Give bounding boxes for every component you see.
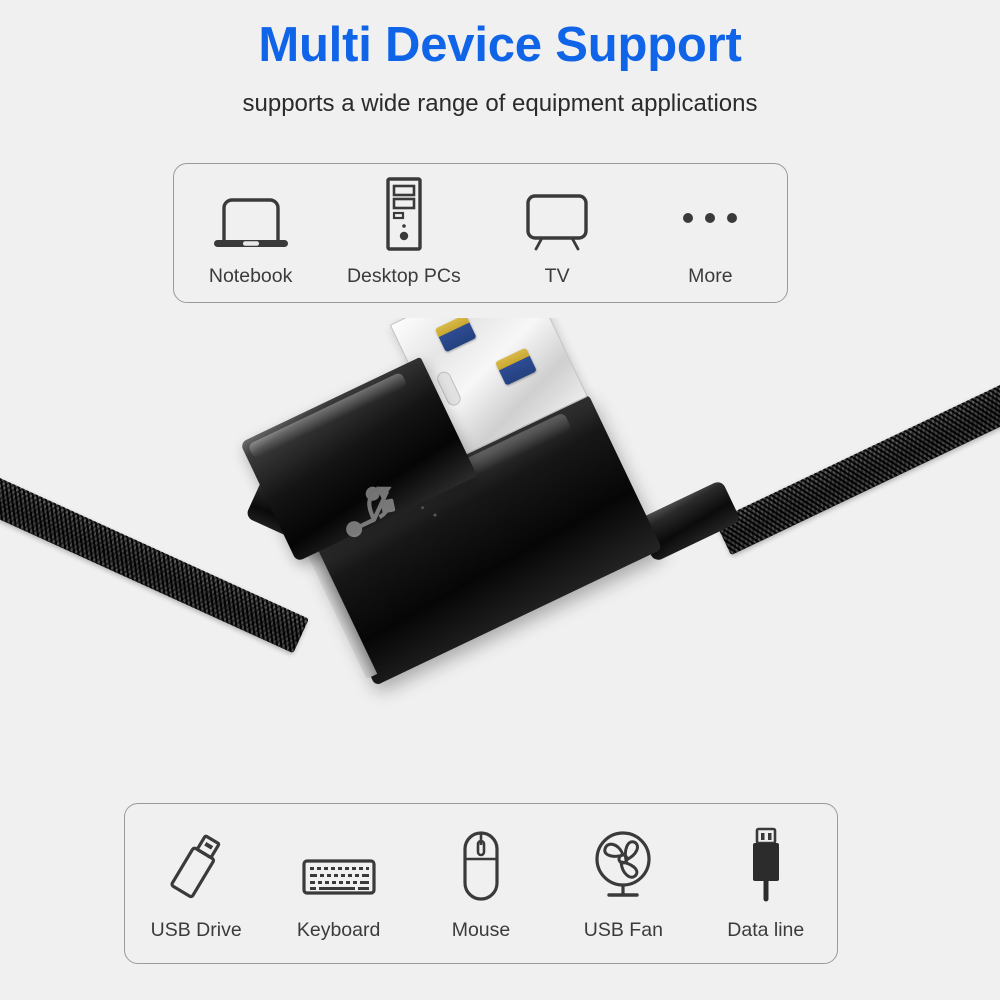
device-row-bottom: USB Drive Keyboard Mouse USB Fan Data li… [125, 804, 837, 963]
laptop-icon [208, 178, 294, 252]
usb-trident-logo [346, 486, 396, 538]
fan-icon [589, 825, 657, 903]
device-item-data-line[interactable]: Data line [695, 825, 837, 942]
usb3-contact-block [495, 347, 537, 386]
product-photo [0, 318, 1000, 808]
device-label: Keyboard [296, 919, 381, 941]
device-label: USB Fan [583, 919, 663, 941]
braided-cable-right [714, 318, 1000, 556]
device-item-desktop-pcs[interactable]: Desktop PCs [327, 177, 480, 288]
product-marketing-image: Multi Device Support supports a wide ran… [0, 0, 1000, 1000]
device-panel-bottom: USB Drive Keyboard Mouse USB Fan Data li… [124, 803, 838, 964]
tv-icon [520, 178, 594, 252]
desktop-tower-icon [378, 177, 430, 252]
device-label: Desktop PCs [346, 265, 461, 287]
usb3-contact-block [434, 318, 477, 353]
device-label: Notebook [208, 265, 293, 287]
mouse-icon [453, 825, 509, 903]
device-item-mouse[interactable]: Mouse [410, 825, 552, 942]
keyboard-icon [300, 825, 378, 903]
device-item-usb-fan[interactable]: USB Fan [552, 825, 694, 942]
device-label: TV [544, 265, 570, 287]
device-item-notebook[interactable]: Notebook [174, 178, 327, 288]
device-label: Mouse [451, 919, 511, 941]
device-label: More [688, 265, 733, 287]
page-subtitle: supports a wide range of equipment appli… [242, 90, 758, 117]
usb-flash-drive-icon [161, 825, 231, 903]
device-panel-top: Notebook Desktop PCs TV More [173, 163, 788, 303]
device-item-keyboard[interactable]: Keyboard [267, 825, 409, 942]
device-row-top: Notebook Desktop PCs TV More [174, 164, 787, 302]
page-title: Multi Device Support [258, 18, 742, 72]
device-label: USB Drive [150, 919, 242, 941]
device-item-more[interactable]: More [634, 178, 787, 288]
device-label: Data line [727, 919, 805, 941]
ellipsis-icon [678, 178, 742, 252]
device-item-usb-drive[interactable]: USB Drive [125, 825, 267, 942]
usb-plug-icon [740, 825, 792, 903]
device-item-tv[interactable]: TV [481, 178, 634, 288]
